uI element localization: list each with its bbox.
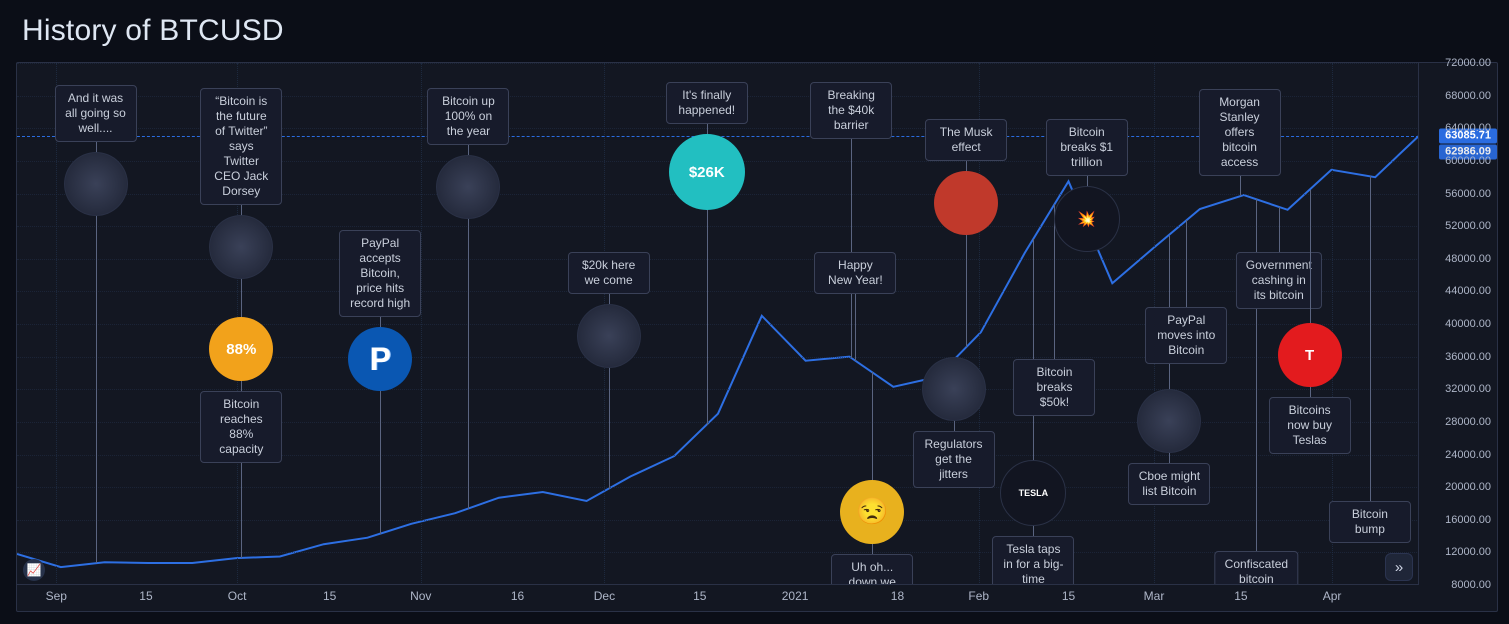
y-axis: 63085.71 62986.09 8000.0012000.0016000.0…: [1418, 63, 1497, 585]
x-tick: 18: [891, 589, 904, 603]
x-tick: 15: [693, 589, 706, 603]
event-bubble[interactable]: [922, 357, 986, 421]
y-tick: 28000.00: [1445, 416, 1491, 428]
chart-panel[interactable]: 📈 » And it was all going so well.... “Bit…: [16, 62, 1498, 612]
event-label: Confiscated bitcoin auction: [1215, 551, 1298, 585]
event-bubble[interactable]: [64, 152, 128, 216]
x-tick: 2021: [782, 589, 809, 603]
event-label: Bitcoin breaks $1 trillion: [1046, 119, 1128, 176]
event-label: Bitcoin bump: [1329, 501, 1411, 543]
event-label: Cboe might list Bitcoin: [1128, 463, 1210, 505]
y-tick: 12000.00: [1445, 546, 1491, 558]
y-tick: 68000.00: [1445, 90, 1491, 102]
event-label: “Bitcoin is the future of Twitter” says …: [200, 88, 282, 205]
event-bubble[interactable]: 😒: [840, 480, 904, 544]
event-bubble[interactable]: 💥: [1054, 186, 1120, 252]
x-tick: Nov: [410, 589, 431, 603]
y-tick: 16000.00: [1445, 514, 1491, 526]
event-label: PayPal moves into Bitcoin: [1145, 307, 1227, 364]
y-tick: 72000.00: [1445, 57, 1491, 69]
event-bubble[interactable]: 88%: [209, 317, 273, 381]
y-tick: 60000.00: [1445, 155, 1491, 167]
x-tick: 15: [323, 589, 336, 603]
y-tick: 36000.00: [1445, 351, 1491, 363]
y-tick: 32000.00: [1445, 383, 1491, 395]
y-tick: 64000.00: [1445, 122, 1491, 134]
event-label: Bitcoin breaks $50k!: [1013, 359, 1095, 416]
event-label: Regulators get the jitters: [913, 431, 995, 488]
x-tick: 15: [1062, 589, 1075, 603]
event-bubble[interactable]: T: [1278, 323, 1342, 387]
chart-plot-area[interactable]: 📈 » And it was all going so well.... “Bit…: [17, 63, 1419, 585]
event-label: It's finally happened!: [666, 82, 748, 124]
event-label: Bitcoin up 100% on the year: [427, 88, 509, 145]
event-label: The Musk effect: [925, 119, 1007, 161]
x-tick: 15: [1234, 589, 1247, 603]
event-bubble[interactable]: [1137, 389, 1201, 453]
event-bubble[interactable]: [577, 304, 641, 368]
x-tick: 15: [139, 589, 152, 603]
x-tick: Mar: [1144, 589, 1165, 603]
x-tick: 16: [511, 589, 524, 603]
event-label: Morgan Stanley offers bitcoin access: [1199, 89, 1281, 176]
event-label: Bitcoin reaches 88% capacity: [200, 391, 282, 463]
y-tick: 56000.00: [1445, 188, 1491, 200]
event-bubble[interactable]: [436, 155, 500, 219]
y-tick: 8000.00: [1451, 579, 1491, 591]
x-tick: Dec: [594, 589, 615, 603]
event-bubble[interactable]: TESLA: [1000, 460, 1066, 526]
x-tick: Feb: [968, 589, 989, 603]
event-label: Uh oh... down we go...: [831, 554, 913, 585]
event-label: Tesla taps in for a big-time bounce: [992, 536, 1074, 585]
y-tick: 48000.00: [1445, 253, 1491, 265]
event-label: And it was all going so well....: [55, 85, 137, 142]
event-bubble[interactable]: [934, 171, 998, 235]
page-title: History of BTCUSD: [22, 14, 284, 48]
x-tick: Sep: [46, 589, 67, 603]
x-tick: Apr: [1323, 589, 1342, 603]
x-axis: Sep 15 Oct 15 Nov 16 Dec 15 2021 18 Feb 15 Mar 15 Apr: [17, 584, 1419, 611]
event-label: $20k here we come: [568, 252, 650, 294]
scroll-forward-button[interactable]: »: [1385, 553, 1413, 581]
event-bubble[interactable]: $26K: [669, 134, 745, 210]
y-tick: 40000.00: [1445, 318, 1491, 330]
event-bubble[interactable]: [209, 215, 273, 279]
event-label: Bitcoins now buy Teslas: [1269, 397, 1351, 454]
event-label: Breaking the $40k barrier: [810, 82, 892, 139]
y-tick: 52000.00: [1445, 220, 1491, 232]
event-label: PayPal accepts Bitcoin, price hits recor…: [339, 230, 421, 317]
y-tick: 20000.00: [1445, 481, 1491, 493]
y-tick: 24000.00: [1445, 449, 1491, 461]
x-tick: Oct: [228, 589, 247, 603]
event-label: Happy New Year!: [814, 252, 896, 294]
y-tick: 44000.00: [1445, 285, 1491, 297]
chart-type-icon[interactable]: 📈: [23, 559, 45, 581]
event-bubble[interactable]: P: [348, 327, 412, 391]
